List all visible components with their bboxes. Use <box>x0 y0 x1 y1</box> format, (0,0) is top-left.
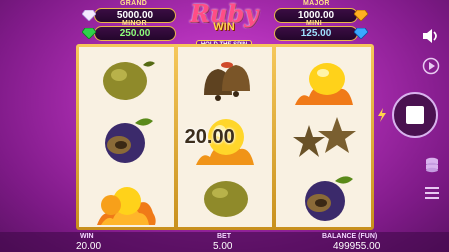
minor-amount: 250.00 <box>119 28 151 39</box>
bet-value: 5.00 <box>213 241 233 252</box>
bet-settings-button[interactable] <box>423 156 441 174</box>
mini-amount: 125.00 <box>300 28 332 39</box>
plum-icon <box>105 118 154 163</box>
mini-value: 125.00 <box>274 26 358 41</box>
reel-1[interactable] <box>79 47 174 227</box>
menu-button[interactable] <box>423 184 441 202</box>
stop-square-icon <box>406 106 424 124</box>
lemon-symbol <box>79 49 174 109</box>
minor-label: MINOR <box>122 20 147 27</box>
reels: 20.00 <box>79 47 372 229</box>
fire-orange-icon <box>97 187 156 225</box>
lemon-symbol <box>178 169 273 229</box>
grand-label: GRAND <box>120 0 148 7</box>
emerald-icon <box>82 28 96 39</box>
sound-button[interactable] <box>420 26 442 46</box>
coin-value-label: 20.00 <box>184 126 235 148</box>
balance-label: BALANCE (FUN) <box>322 233 378 240</box>
sapphire-icon <box>354 28 368 39</box>
minor-value: 250.00 <box>94 26 176 41</box>
win-value: 20.00 <box>76 241 102 252</box>
reel-2[interactable]: 20.00 <box>177 47 273 229</box>
coin-value-symbol: 20.00 <box>178 109 273 169</box>
major-label: MAJOR <box>303 0 330 7</box>
fire-lemon-icon <box>294 63 353 105</box>
spin-stop-button[interactable] <box>392 92 438 138</box>
plum-symbol <box>276 169 371 229</box>
stars-icon <box>292 117 356 157</box>
speaker-icon <box>423 29 437 43</box>
lemon-icon <box>103 61 156 100</box>
reel-frame: 20.00 <box>76 44 374 230</box>
diamond-icon <box>82 10 96 21</box>
plum-symbol <box>79 109 174 169</box>
win-label: WIN <box>80 233 94 240</box>
bells-symbol <box>178 49 273 109</box>
flaming-orange-symbol <box>79 169 174 229</box>
lemon-icon <box>204 181 248 217</box>
flaming-lemon-symbol <box>276 49 371 109</box>
hamburger-icon <box>425 187 439 199</box>
topaz-icon <box>354 10 368 21</box>
balance-value: 499955.00 <box>333 241 381 252</box>
mini-label: MINI <box>306 20 322 27</box>
plum-icon <box>304 176 353 221</box>
turbo-button[interactable] <box>375 106 389 124</box>
bet-label: BET <box>217 233 231 240</box>
play-circle-icon <box>422 57 440 75</box>
game-logo: Ruby WIN HOLD THE SPIN <box>178 2 270 50</box>
bells-icon <box>204 62 250 101</box>
reel-3[interactable] <box>276 47 372 229</box>
autoplay-button[interactable] <box>421 56 441 76</box>
stars-symbol <box>276 109 371 169</box>
coin-stack-icon <box>426 157 438 173</box>
lightning-icon <box>378 108 386 122</box>
